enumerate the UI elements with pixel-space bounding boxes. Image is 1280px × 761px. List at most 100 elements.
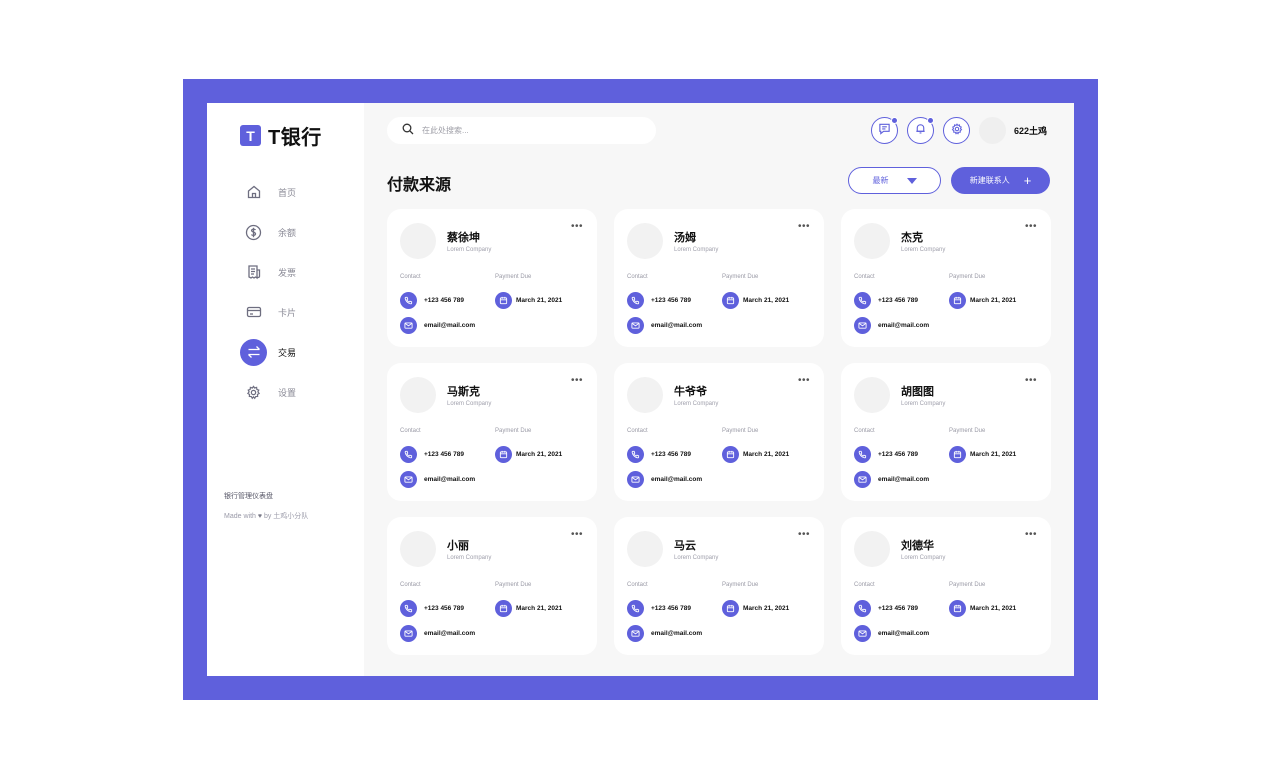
contact-name: 牛爷爷	[674, 386, 707, 398]
calendar-icon	[949, 446, 966, 463]
contact-company: Lorem Company	[674, 555, 719, 561]
payment-due-date: March 21, 2021	[516, 297, 563, 304]
new-contact-button[interactable]: 新建联系人 +	[951, 167, 1050, 194]
search-bar[interactable]	[387, 117, 656, 144]
contact-email: email@mail.com	[424, 322, 476, 329]
phone-icon[interactable]	[854, 292, 871, 309]
contact-label: Contact	[400, 428, 421, 434]
sidebar-item-settings[interactable]: 设置	[240, 372, 296, 412]
phone-icon[interactable]	[627, 446, 644, 463]
contact-company: Lorem Company	[447, 247, 492, 253]
footer-title: 银行管理仪表盘	[224, 493, 273, 500]
home-icon	[240, 179, 267, 206]
settings-button[interactable]	[943, 117, 970, 144]
payment-due-label: Payment Due	[722, 582, 759, 588]
contact-name: 马云	[674, 540, 696, 552]
contact-avatar	[627, 223, 663, 259]
sidebar-item-balance[interactable]: 余额	[240, 212, 296, 252]
mail-icon[interactable]	[627, 471, 644, 488]
calendar-icon	[722, 446, 739, 463]
new-contact-label: 新建联系人	[969, 176, 1010, 185]
invoice-icon	[240, 259, 267, 286]
calendar-icon	[722, 600, 739, 617]
mail-icon[interactable]	[400, 625, 417, 642]
mail-icon[interactable]	[854, 471, 871, 488]
contact-label: Contact	[854, 582, 875, 588]
contact-company: Lorem Company	[901, 555, 946, 561]
sidebar-item-invoice[interactable]: 发票	[240, 252, 296, 292]
phone-icon[interactable]	[627, 292, 644, 309]
mail-icon[interactable]	[400, 317, 417, 334]
contact-email: email@mail.com	[878, 630, 930, 637]
more-options-icon[interactable]: •••	[1025, 221, 1037, 232]
contact-phone: +123 456 789	[424, 297, 464, 304]
user-avatar[interactable]	[979, 117, 1006, 144]
more-options-icon[interactable]: •••	[798, 375, 810, 386]
contact-phone: +123 456 789	[424, 605, 464, 612]
contact-name: 马斯克	[447, 386, 480, 398]
sidebar-item-label: 设置	[278, 387, 297, 398]
payment-due-date: March 21, 2021	[743, 451, 790, 458]
contact-avatar	[854, 223, 890, 259]
gear-icon	[240, 379, 267, 406]
payment-due-label: Payment Due	[495, 274, 532, 280]
more-options-icon[interactable]: •••	[1025, 375, 1037, 386]
mail-icon[interactable]	[627, 317, 644, 334]
logo[interactable]: T T银行	[240, 121, 322, 150]
sidebar: T T银行 首页 余额 发票 卡片 交易 设置 银行管理仪表盘 Made wit…	[207, 103, 364, 676]
payment-due-label: Payment Due	[495, 582, 532, 588]
sidebar-item-home[interactable]: 首页	[240, 172, 296, 212]
search-icon	[402, 122, 414, 140]
more-options-icon[interactable]: •••	[571, 221, 583, 232]
more-options-icon[interactable]: •••	[571, 529, 583, 540]
contact-card[interactable]: 马斯克 Lorem Company ••• Contact Payment Du…	[387, 363, 597, 501]
mail-icon[interactable]	[400, 471, 417, 488]
mail-icon[interactable]	[627, 625, 644, 642]
sort-label: 最新	[872, 176, 889, 185]
contact-card[interactable]: 胡图图 Lorem Company ••• Contact Payment Du…	[841, 363, 1051, 501]
contact-card[interactable]: 杰克 Lorem Company ••• Contact Payment Due…	[841, 209, 1051, 347]
payment-due-label: Payment Due	[722, 274, 759, 280]
contact-company: Lorem Company	[674, 247, 719, 253]
phone-icon[interactable]	[854, 600, 871, 617]
contact-avatar	[627, 377, 663, 413]
bell-icon	[914, 122, 927, 140]
contact-name: 蔡徐坤	[447, 232, 480, 244]
more-options-icon[interactable]: •••	[1025, 529, 1037, 540]
sort-dropdown[interactable]: 最新	[848, 167, 941, 194]
contact-card[interactable]: 汤姆 Lorem Company ••• Contact Payment Due…	[614, 209, 824, 347]
calendar-icon	[722, 292, 739, 309]
phone-icon[interactable]	[400, 600, 417, 617]
search-input[interactable]	[422, 126, 622, 135]
phone-icon[interactable]	[400, 446, 417, 463]
contact-grid: 蔡徐坤 Lorem Company ••• Contact Payment Du…	[387, 209, 1051, 655]
contact-card[interactable]: 蔡徐坤 Lorem Company ••• Contact Payment Du…	[387, 209, 597, 347]
payment-due-date: March 21, 2021	[516, 605, 563, 612]
contact-card[interactable]: 刘德华 Lorem Company ••• Contact Payment Du…	[841, 517, 1051, 655]
contact-email: email@mail.com	[651, 630, 703, 637]
mail-icon[interactable]	[854, 317, 871, 334]
contact-company: Lorem Company	[447, 555, 492, 561]
user-name[interactable]: 622土鸡	[1014, 124, 1047, 137]
phone-icon[interactable]	[400, 292, 417, 309]
contact-card[interactable]: 小丽 Lorem Company ••• Contact Payment Due…	[387, 517, 597, 655]
messages-button[interactable]	[871, 117, 898, 144]
contact-phone: +123 456 789	[878, 605, 918, 612]
contact-phone: +123 456 789	[878, 297, 918, 304]
contact-card[interactable]: 马云 Lorem Company ••• Contact Payment Due…	[614, 517, 824, 655]
more-options-icon[interactable]: •••	[798, 529, 810, 540]
sidebar-item-transactions[interactable]: 交易	[240, 332, 296, 372]
more-options-icon[interactable]: •••	[798, 221, 810, 232]
phone-icon[interactable]	[854, 446, 871, 463]
sidebar-item-cards[interactable]: 卡片	[240, 292, 296, 332]
phone-icon[interactable]	[627, 600, 644, 617]
contact-label: Contact	[854, 274, 875, 280]
more-options-icon[interactable]: •••	[571, 375, 583, 386]
sidebar-item-label: 卡片	[278, 307, 297, 318]
mail-icon[interactable]	[854, 625, 871, 642]
contact-card[interactable]: 牛爷爷 Lorem Company ••• Contact Payment Du…	[614, 363, 824, 501]
contact-name: 刘德华	[901, 540, 934, 552]
payment-due-date: March 21, 2021	[970, 605, 1017, 612]
contact-phone: +123 456 789	[878, 451, 918, 458]
notifications-button[interactable]	[907, 117, 934, 144]
